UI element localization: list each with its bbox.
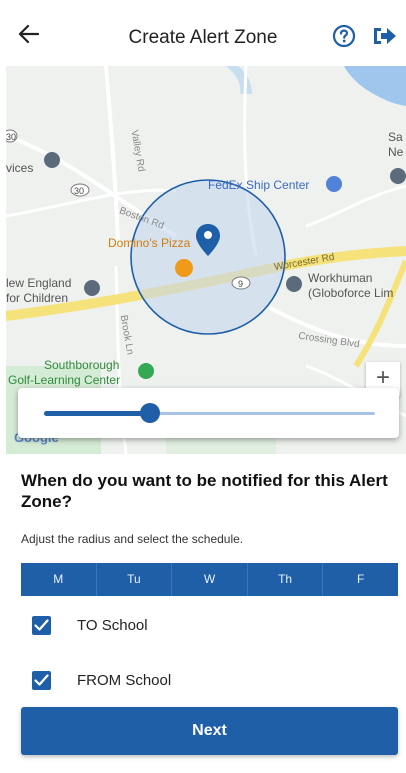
map-label-southborough: Southborough (44, 358, 120, 372)
logout-icon[interactable] (373, 25, 399, 49)
schedule-instructions: Adjust the radius and select the schedul… (21, 532, 244, 546)
day-selector: M Tu W Th F (21, 563, 398, 596)
help-icon[interactable] (332, 24, 358, 50)
day-wednesday[interactable]: W (172, 563, 248, 596)
radius-slider-thumb[interactable] (139, 403, 160, 423)
from-school-label: FROM School (77, 671, 172, 689)
option-from-school[interactable]: FROM School (32, 669, 171, 691)
schedule-question: When do you want to be notified for this… (21, 471, 388, 511)
option-to-school[interactable]: TO School (32, 614, 148, 636)
checkmark-icon (34, 618, 49, 631)
radius-slider-card (18, 388, 399, 438)
map-label-globoforce: (Globoforce Lim (308, 286, 394, 300)
map-label-fedex: FedEx Ship Center (208, 178, 310, 192)
route-30-shield: 30 (74, 186, 85, 196)
day-tuesday[interactable]: Tu (97, 563, 173, 596)
checkmark-icon (34, 673, 49, 686)
next-button[interactable]: Next (21, 707, 398, 755)
day-monday[interactable]: M (21, 563, 97, 596)
day-friday[interactable]: F (323, 563, 398, 596)
map-label-ne: Ne (388, 145, 404, 159)
route-9-shield: 9 (238, 279, 244, 289)
map-label-services: vices (6, 161, 34, 175)
map-label-new-england: lew England (6, 276, 72, 290)
map-label-sa: Sa (388, 130, 403, 144)
map-label-for-children: for Children (6, 291, 69, 305)
route-30-left-shield: 30 (6, 132, 17, 142)
radius-slider-track[interactable] (44, 403, 375, 423)
app-header: Create Alert Zone (0, 0, 406, 66)
map-label-dominos: Domino's Pizza (108, 236, 191, 250)
to-school-checkbox[interactable] (32, 615, 51, 635)
to-school-label: TO School (77, 616, 148, 634)
from-school-checkbox[interactable] (32, 670, 51, 690)
map-label-workhuman: Workhuman (308, 271, 373, 285)
map-label-golf-center: Golf-Learning Center (8, 373, 121, 387)
day-thursday[interactable]: Th (248, 563, 324, 596)
radius-slider-fill (44, 411, 150, 416)
